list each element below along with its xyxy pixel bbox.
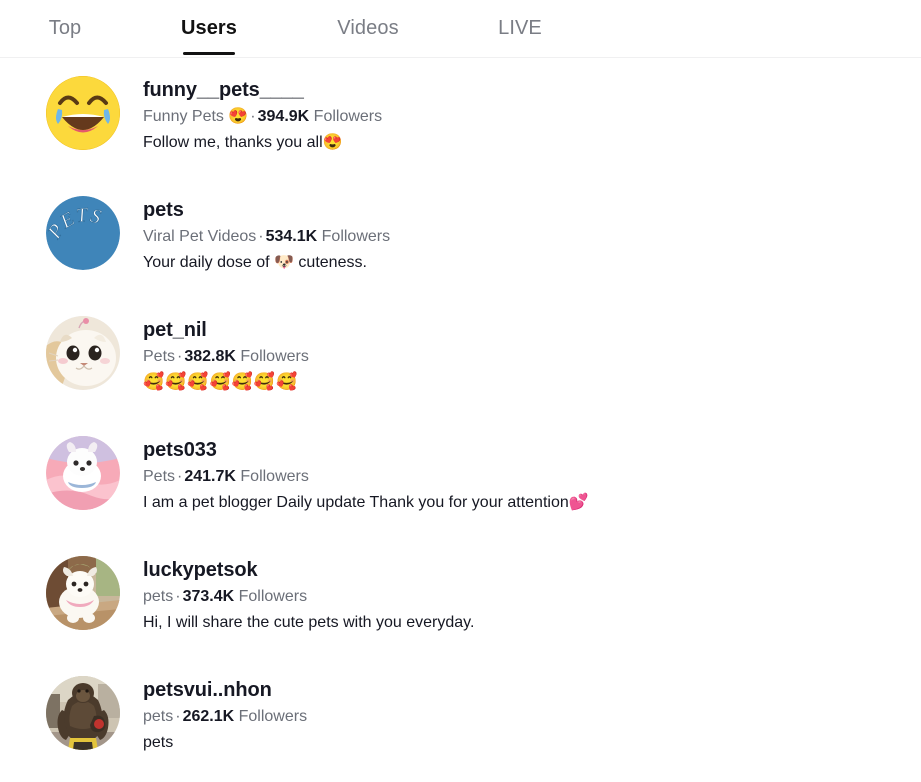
nickname: Pets (143, 348, 176, 365)
meta-separator: · (177, 468, 183, 485)
followers-count: 534.1K (265, 228, 318, 245)
user-meta: Pets · 241.7K Followers (143, 465, 589, 488)
active-tab-indicator (183, 52, 235, 55)
followers-label: Followers (240, 468, 309, 485)
white-kitten-avatar[interactable] (46, 316, 120, 390)
meta-separator: · (258, 228, 264, 245)
user-result-row[interactable]: funny__pets____ Funny Pets 😍 · 394.9K Foll… (0, 76, 921, 196)
user-result-row[interactable]: pet_nil Pets · 382.8K Followers 🥰🥰🥰🥰🥰🥰🥰 (0, 316, 921, 436)
user-bio: Hi, I will share the cute pets with you … (143, 614, 475, 631)
user-results-list: funny__pets____ Funny Pets 😍 · 394.9K Foll… (0, 58, 921, 782)
followers-count: 241.7K (184, 468, 236, 485)
username: luckypetsok (143, 559, 258, 581)
tab-users-label: Users (180, 17, 238, 39)
followers-label: Followers (321, 228, 391, 245)
followers-count: 262.1K (182, 708, 235, 725)
followers-count: 382.8K (184, 348, 236, 365)
followers-count: 394.9K (257, 108, 310, 125)
muscular-gorilla-avatar[interactable] (46, 676, 120, 750)
user-result-row[interactable]: pets033 Pets · 241.7K Followers I am a pet… (0, 436, 921, 556)
followers-label: Followers (238, 708, 308, 725)
user-bio: pets (143, 734, 174, 751)
user-meta: Pets · 382.8K Followers (143, 345, 309, 368)
user-info: pet_nil Pets · 382.8K Followers 🥰🥰🥰🥰🥰🥰🥰 (143, 316, 309, 394)
tab-videos-label: Videos (337, 17, 399, 39)
nickname: Viral Pet Videos (143, 228, 257, 245)
meta-separator: · (177, 348, 183, 365)
user-bio: I am a pet blogger Daily update Thank yo… (143, 494, 589, 511)
fluffy-white-puppy-avatar[interactable] (46, 556, 120, 630)
tab-users[interactable]: Users (175, 0, 243, 57)
nickname: pets (143, 588, 174, 605)
search-results-page: Top Users Videos LIVE funny__pets____ Fu… (0, 0, 921, 782)
nickname: pets (143, 708, 174, 725)
tab-top-label: Top (48, 17, 82, 39)
user-info: luckypetsok pets · 373.4K Followers Hi, I … (143, 556, 474, 634)
followers-label: Followers (313, 108, 383, 125)
tab-top[interactable]: Top (42, 0, 88, 57)
user-bio: Your daily dose of 🐶 cuteness. (143, 254, 367, 271)
user-meta: Funny Pets 😍 · 394.9K Followers (143, 105, 382, 128)
user-info: pets Viral Pet Videos · 534.1K Followers Y… (143, 196, 390, 274)
meta-separator: · (250, 108, 256, 125)
nickname: Funny Pets 😍 (143, 108, 249, 125)
followers-label: Followers (240, 348, 309, 365)
tab-live-label: LIVE (498, 17, 542, 39)
user-bio: Follow me, thanks you all😍 (143, 134, 343, 151)
user-meta: pets · 373.4K Followers (143, 585, 474, 608)
user-result-row[interactable]: petsvui..nhon pets · 262.1K Followers pets (0, 676, 921, 782)
username: pets033 (143, 439, 217, 461)
username: pets (143, 199, 184, 221)
laughing-emoji-avatar[interactable] (46, 76, 120, 150)
meta-separator: · (175, 588, 181, 605)
pets-logo-avatar[interactable]: PETS (46, 196, 120, 270)
followers-label: Followers (238, 588, 308, 605)
user-info: funny__pets____ Funny Pets 😍 · 394.9K Foll… (143, 76, 382, 154)
followers-count: 373.4K (182, 588, 235, 605)
user-result-row[interactable]: PETS pets Viral Pet Videos · 534.1K Follow… (0, 196, 921, 316)
user-info: pets033 Pets · 241.7K Followers I am a pet… (143, 436, 589, 514)
tab-live[interactable]: LIVE (492, 0, 548, 57)
meta-separator: · (175, 708, 181, 725)
username: pet_nil (143, 319, 207, 341)
user-bio: 🥰🥰🥰🥰🥰🥰🥰 (143, 372, 299, 392)
user-meta: Viral Pet Videos · 534.1K Followers (143, 225, 390, 248)
username: funny__pets____ (143, 79, 304, 101)
user-meta: pets · 262.1K Followers (143, 705, 307, 728)
tab-videos[interactable]: Videos (325, 0, 411, 57)
white-puppy-pink-blanket-avatar[interactable] (46, 436, 120, 510)
user-info: petsvui..nhon pets · 262.1K Followers pets (143, 676, 307, 754)
username: petsvui..nhon (143, 679, 272, 701)
search-tab-bar: Top Users Videos LIVE (0, 0, 921, 58)
nickname: Pets (143, 468, 176, 485)
user-result-row[interactable]: luckypetsok pets · 373.4K Followers Hi, I … (0, 556, 921, 676)
